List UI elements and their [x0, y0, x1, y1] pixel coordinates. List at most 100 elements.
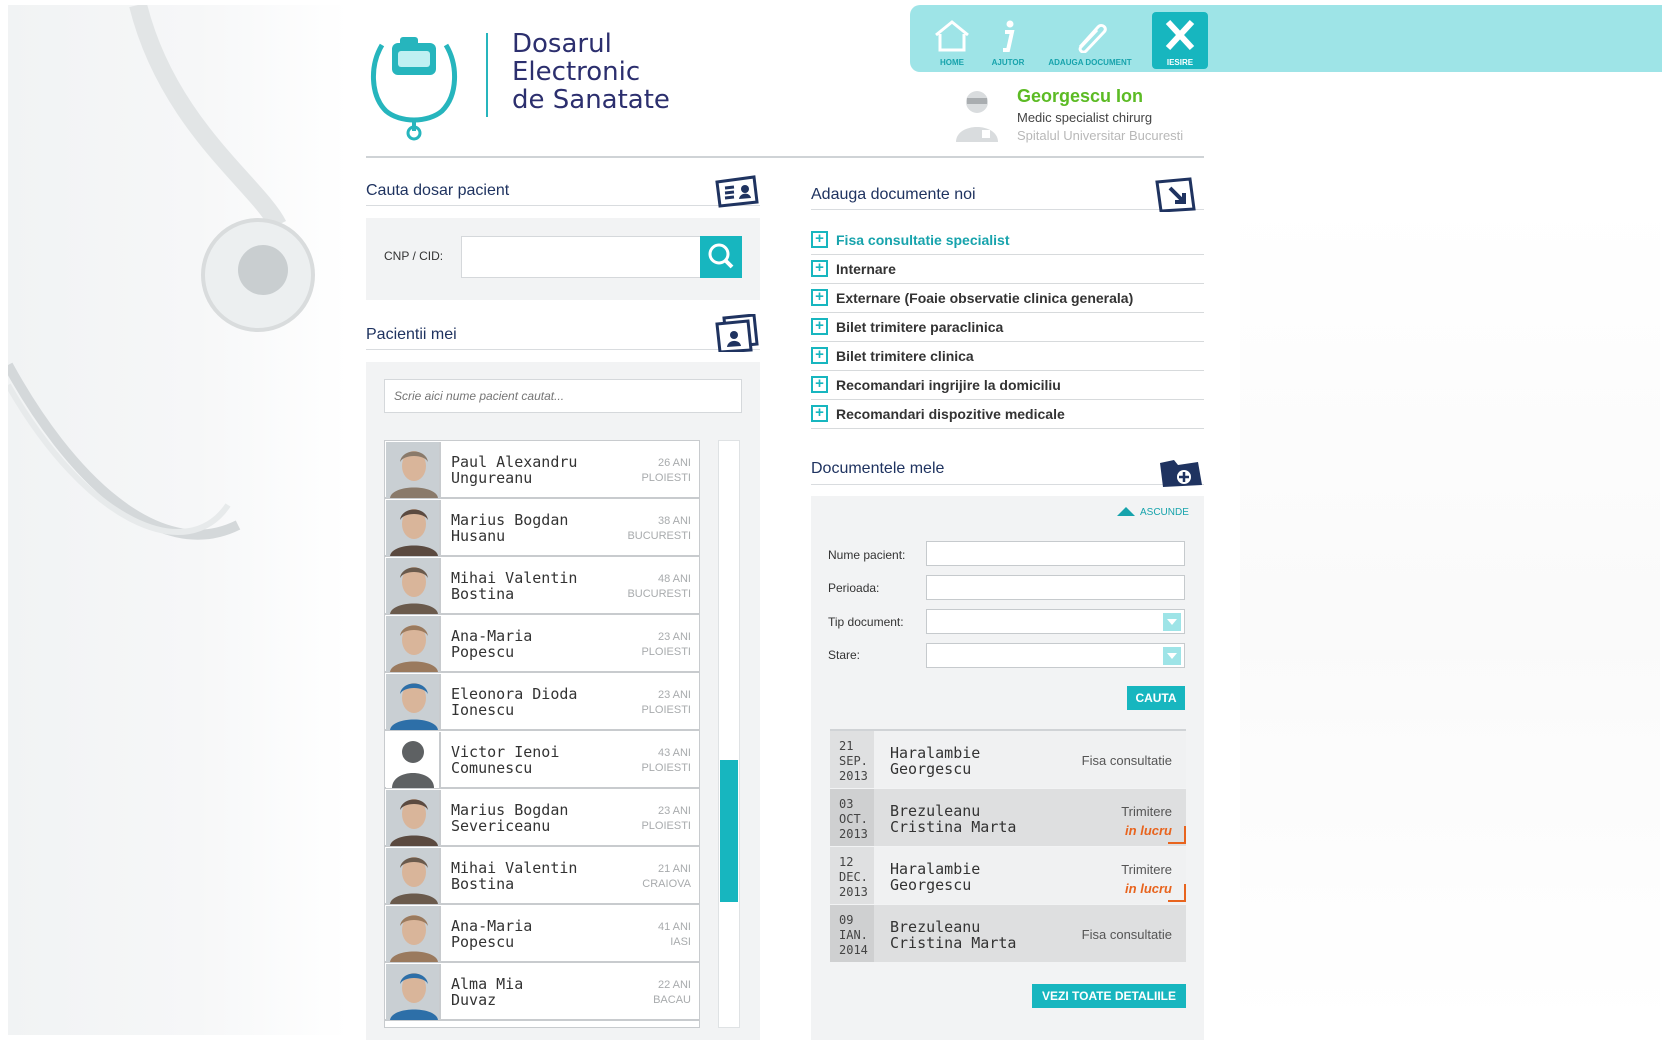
patient-photo — [386, 558, 441, 614]
search-icon — [708, 243, 734, 269]
date-day: 09 — [839, 913, 854, 927]
plus-icon: + — [811, 347, 828, 364]
add-document-label: Externare (Foaie observatie clinica gene… — [836, 290, 1134, 306]
patient-first-name: Paul Alexandru — [451, 453, 578, 471]
document-date: 03 OCT. 2013 — [830, 789, 874, 846]
patient-row[interactable]: Mihai Valentin Bostina 21 ANI CRAIOVA — [385, 847, 699, 905]
patient-age-city: 23 ANI PLOIESTI — [641, 630, 691, 660]
patient-row[interactable]: Alma Mia Duvaz 22 ANI BACAU — [385, 963, 699, 1021]
document-row[interactable]: 09 IAN. 2014 Brezuleanu Cristina Marta Fisa c… — [830, 905, 1186, 962]
date-month: SEP. — [839, 754, 868, 768]
patient-last-name: Comunescu — [451, 759, 533, 777]
patient-last-name: Bostina — [451, 585, 515, 603]
patient-photo — [386, 906, 441, 962]
date-year: 2013 — [839, 769, 868, 783]
nav-exit-button[interactable]: IESIRE — [1152, 12, 1208, 69]
cnp-input[interactable] — [461, 236, 701, 278]
patient-first-name: Mihai Valentin — [451, 569, 578, 587]
document-row[interactable]: 03 OCT. 2013 Brezuleanu Cristina Marta Trimit… — [830, 789, 1186, 846]
patient-age-city: 21 ANI CRAIOVA — [642, 862, 691, 892]
period-field[interactable] — [926, 575, 1185, 600]
plus-icon: + — [811, 376, 828, 393]
patient-city: BUCURESTI — [627, 530, 691, 542]
document-patient-name: Haralambie Georgescu — [890, 745, 980, 777]
patient-first-name: Eleonora Dioda — [451, 685, 578, 703]
add-document-item[interactable]: + Bilet trimitere paraclinica — [811, 313, 1204, 342]
patient-photo — [386, 674, 441, 730]
search-button[interactable] — [700, 236, 742, 278]
logo-icon — [366, 25, 462, 141]
patient-name-field[interactable] — [926, 541, 1185, 566]
patient-row[interactable]: Marius Bogdan Severiceanu 23 ANI PLOIESTI — [385, 789, 699, 847]
patient-photo — [386, 964, 441, 1020]
date-year: 2013 — [839, 827, 868, 841]
patients-section-title: Pacientii mei — [366, 326, 457, 343]
top-navigation: HOME AJUTOR ADAUGA DOCUMENT IESIRE — [910, 5, 1662, 72]
patient-row[interactable]: Paul Alexandru Ungureanu 26 ANI PLOIESTI — [385, 441, 699, 499]
brand-line: Electronic — [512, 57, 641, 87]
add-document-item[interactable]: + Bilet trimitere clinica — [811, 342, 1204, 371]
add-document-item[interactable]: + Recomandari dispozitive medicale — [811, 400, 1204, 429]
brand-title: Dosarul Electronic de Sanatate — [512, 30, 670, 114]
plus-icon: + — [811, 231, 828, 248]
logo-divider — [486, 33, 488, 117]
patient-first-name: Marius Bogdan — [451, 801, 569, 819]
chevron-down-icon — [1163, 613, 1181, 631]
add-document-item[interactable]: + Externare (Foaie observatie clinica gen… — [811, 284, 1204, 313]
scrollbar-thumb[interactable] — [720, 760, 738, 903]
patient-photo — [386, 442, 441, 498]
patient-age: 41 ANI — [657, 921, 691, 933]
folder-add-icon — [1160, 460, 1202, 487]
document-type-label: Trimitere — [1121, 804, 1172, 819]
patient-name: Ana-Maria Popescu — [451, 628, 532, 660]
state-select[interactable] — [926, 643, 1185, 668]
section-divider — [366, 205, 760, 206]
patient-row[interactable]: Mihai Valentin Bostina 48 ANI BUCURESTI — [385, 557, 699, 615]
patient-photo — [386, 500, 441, 556]
user-name: Georgescu Ion — [1017, 86, 1144, 106]
document-row[interactable]: 12 DEC. 2013 Haralambie Georgescu Trimitere in… — [830, 847, 1186, 904]
document-status: in lucru — [1125, 881, 1172, 896]
patient-row[interactable]: Victor Ienoi Comunescu 43 ANI PLOIESTI — [385, 731, 699, 789]
patient-row[interactable]: Eleonora Dioda Ionescu 23 ANI PLOIESTI — [385, 673, 699, 731]
document-patient-name: Brezuleanu Cristina Marta — [890, 803, 1016, 835]
document-patient-name: Haralambie Georgescu — [890, 861, 980, 893]
section-divider — [811, 209, 1204, 210]
add-document-item[interactable]: + Recomandari ingrijire la domiciliu — [811, 371, 1204, 400]
patient-first-name: Ana-Maria — [451, 627, 533, 645]
plus-icon: + — [811, 405, 828, 422]
view-all-details-button[interactable]: VEZI TOATE DETALIILE — [1032, 984, 1186, 1008]
patient-search-input[interactable] — [384, 379, 742, 413]
patient-first-name: Alma Mia — [451, 975, 524, 993]
filter-search-button[interactable]: CAUTA — [1127, 686, 1185, 710]
add-document-label: Bilet trimitere paraclinica — [836, 319, 1004, 335]
patient-list-scrollbar[interactable] — [718, 440, 740, 1028]
patient-photo — [386, 790, 441, 846]
nav-home-button[interactable]: HOME — [926, 13, 978, 69]
patient-first-name: Victor Ienoi — [451, 743, 560, 761]
document-type: Trimitere in lucru — [1121, 802, 1172, 840]
nav-help-button[interactable]: AJUTOR — [982, 13, 1034, 69]
add-document-label: Internare — [836, 261, 896, 277]
cnp-label: CNP / CID: — [384, 249, 444, 263]
patient-row[interactable]: Ana-Maria Popescu 41 ANI IASI — [385, 905, 699, 963]
patient-row[interactable]: Ana-Maria Popescu 23 ANI PLOIESTI — [385, 615, 699, 673]
patient-name: Eleonora Dioda Ionescu — [451, 686, 577, 718]
hide-filters-link[interactable]: ASCUNDE — [1117, 507, 1189, 518]
section-divider — [811, 484, 1204, 485]
nav-add-document-button[interactable]: ADAUGA DOCUMENT — [1040, 13, 1140, 69]
date-day: 12 — [839, 855, 854, 869]
patient-row[interactable]: Marius Bogdan Husanu 38 ANI BUCURESTI — [385, 499, 699, 557]
add-document-item[interactable]: + Fisa consultatie specialist — [811, 226, 1204, 255]
document-row[interactable]: 21 SEP. 2013 Haralambie Georgescu Fisa consul… — [830, 731, 1186, 788]
add-document-label: Bilet trimitere clinica — [836, 348, 974, 364]
patient-age: 23 ANI — [657, 631, 691, 643]
patient-last-name: Ungureanu — [451, 469, 533, 487]
document-type-select[interactable] — [926, 609, 1185, 634]
nav-exit-label: IESIRE — [1166, 58, 1194, 67]
patient-age-city: 38 ANI BUCURESTI — [627, 514, 691, 544]
patient-age: 23 ANI — [657, 805, 691, 817]
add-document-item[interactable]: + Internare — [811, 255, 1204, 284]
document-type: Trimitere in lucru — [1121, 860, 1172, 898]
patient-name: Paul Alexandru Ungureanu — [451, 454, 577, 486]
